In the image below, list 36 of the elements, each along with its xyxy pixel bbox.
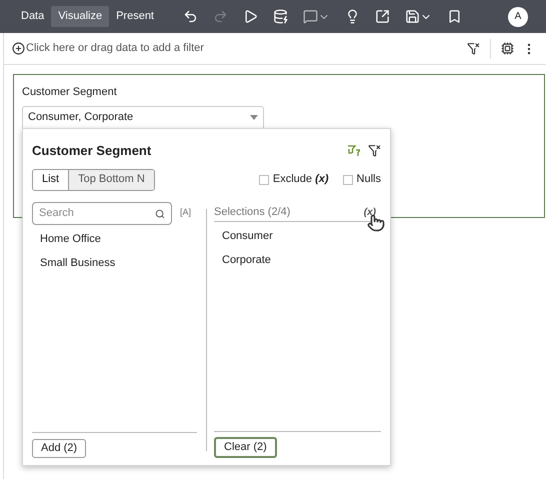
available-item[interactable]: Small Business [40,255,197,272]
mode-tab[interactable]: Present [109,6,161,27]
database-icon[interactable] [273,9,288,24]
remove-filter-icon[interactable] [368,144,381,158]
save-menu-icon[interactable] [405,9,432,24]
export-icon[interactable] [375,9,390,24]
search-icon [155,208,165,218]
lightbulb-icon[interactable] [345,9,360,24]
user-avatar[interactable]: A [508,6,528,26]
play-icon[interactable] [243,9,258,24]
clear-filters-icon[interactable] [467,42,480,55]
selected-item[interactable]: Consumer [222,228,381,244]
comment-menu-icon[interactable] [303,9,330,24]
selected-item[interactable]: Corporate [222,252,381,268]
bookmark-icon[interactable] [447,9,462,24]
filter-label: Customer Segment [22,85,118,100]
clear-button[interactable]: Clear (2) [214,437,277,458]
available-item[interactable]: Home Office [40,230,197,247]
undo-icon[interactable] [183,9,198,24]
nulls-label: Nulls [356,172,381,188]
filter-sync-icon[interactable] [347,144,360,158]
add-button[interactable]: Add (2) [32,439,86,458]
exclude-checkbox[interactable] [258,174,269,184]
nulls-checkbox[interactable] [342,174,353,184]
mode-tab[interactable]: Visualize [51,6,110,27]
dropdown-caret-icon [250,115,258,120]
mode-toggle[interactable]: Top Bottom N [68,170,154,190]
search-field[interactable]: Search [32,202,172,224]
mode-tab[interactable]: Data [14,6,52,27]
add-filter-icon[interactable] [12,42,25,55]
filter-bar-placeholder[interactable]: Click here or drag data to add a filter [26,40,204,57]
popup-title: Customer Segment [32,142,152,160]
selections-header: Selections (2/4) [214,205,290,220]
case-toggle[interactable]: [A] [180,206,192,220]
chip-icon[interactable] [501,42,514,55]
exclude-label: Exclude (x) [272,172,329,188]
